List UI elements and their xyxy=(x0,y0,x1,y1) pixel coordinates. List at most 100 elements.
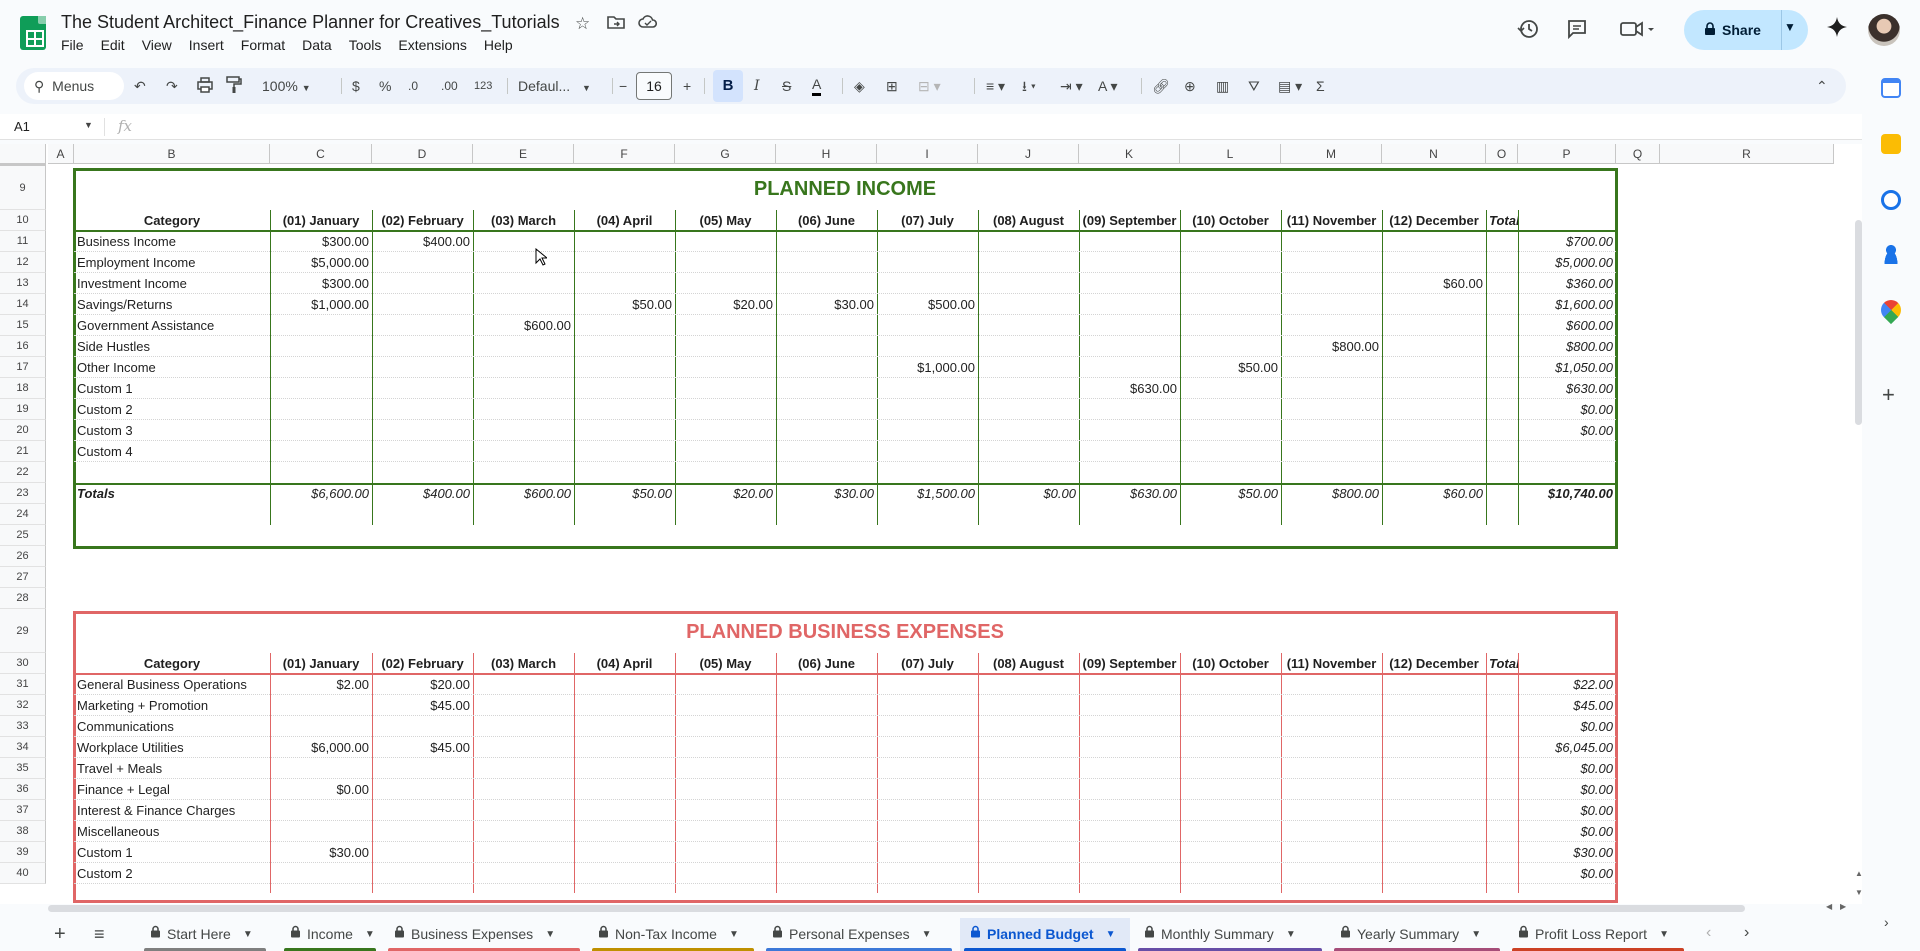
row-header-19[interactable]: 19 xyxy=(0,399,46,420)
income-cell[interactable] xyxy=(1382,315,1486,336)
income-row-total[interactable]: $0.00 xyxy=(1486,399,1616,420)
expenses-cell[interactable] xyxy=(473,821,574,842)
expenses-cell[interactable] xyxy=(1382,863,1486,884)
income-cell[interactable]: $60.00 xyxy=(1382,273,1486,294)
income-cell[interactable] xyxy=(372,294,473,315)
income-cell[interactable] xyxy=(1180,441,1281,462)
income-header-7[interactable]: (07) July xyxy=(877,210,978,231)
sheet-tab-business-expenses[interactable]: Business Expenses ▼ xyxy=(384,918,584,951)
income-cell[interactable] xyxy=(1281,420,1382,441)
strikethrough-button[interactable]: S xyxy=(782,76,791,96)
income-cell[interactable] xyxy=(978,273,1079,294)
row-header-25[interactable]: 25 xyxy=(0,525,46,546)
scroll-tabs-left-icon[interactable]: ‹ xyxy=(1706,924,1711,942)
income-row-total[interactable]: $1,600.00 xyxy=(1486,294,1616,315)
income-cell[interactable] xyxy=(1180,273,1281,294)
income-month-total[interactable]: $1,500.00 xyxy=(877,483,978,504)
expenses-cell[interactable] xyxy=(978,695,1079,716)
expenses-cell[interactable] xyxy=(574,758,675,779)
expenses-cell[interactable] xyxy=(675,737,776,758)
document-title[interactable]: The Student Architect_Finance Planner fo… xyxy=(61,12,560,33)
expenses-cell[interactable] xyxy=(372,779,473,800)
scroll-down-icon[interactable]: ▼ xyxy=(1855,888,1863,897)
income-cell[interactable] xyxy=(1079,420,1180,441)
income-cell[interactable] xyxy=(675,273,776,294)
expenses-cell[interactable] xyxy=(1079,842,1180,863)
expenses-cell[interactable] xyxy=(574,716,675,737)
column-header-h[interactable]: H xyxy=(776,144,877,164)
expenses-row-label[interactable]: Communications xyxy=(74,716,270,737)
income-cell[interactable] xyxy=(1180,336,1281,357)
income-cell[interactable] xyxy=(1180,399,1281,420)
menu-format[interactable]: Format xyxy=(241,37,294,53)
expenses-cell[interactable] xyxy=(574,863,675,884)
expenses-cell[interactable] xyxy=(1281,674,1382,695)
income-cell[interactable] xyxy=(473,357,574,378)
income-row-label[interactable]: Employment Income xyxy=(74,252,270,273)
income-cell[interactable]: $400.00 xyxy=(372,231,473,252)
income-cell[interactable] xyxy=(776,357,877,378)
expenses-cell[interactable] xyxy=(574,674,675,695)
income-row-label[interactable]: Business Income xyxy=(74,231,270,252)
expenses-cell[interactable] xyxy=(675,821,776,842)
income-cell[interactable] xyxy=(1079,441,1180,462)
expenses-cell[interactable] xyxy=(574,737,675,758)
income-header-9[interactable]: (09) September xyxy=(1079,210,1180,231)
income-cell[interactable] xyxy=(270,315,372,336)
expenses-header-7[interactable]: (07) July xyxy=(877,653,978,674)
income-header-1[interactable]: (01) January xyxy=(270,210,372,231)
expenses-cell[interactable] xyxy=(1382,716,1486,737)
format-currency-button[interactable]: $ xyxy=(352,76,360,96)
expenses-row-total[interactable]: $0.00 xyxy=(1486,716,1616,737)
name-box-dropdown-icon[interactable]: ▼ xyxy=(84,120,93,130)
income-cell[interactable] xyxy=(1281,252,1382,273)
income-cell[interactable]: $50.00 xyxy=(1180,357,1281,378)
expenses-row-total[interactable]: $0.00 xyxy=(1486,821,1616,842)
expenses-cell[interactable] xyxy=(473,716,574,737)
collapse-toolbar-icon[interactable]: ⌃ xyxy=(1816,76,1828,96)
income-cell[interactable] xyxy=(473,378,574,399)
expenses-cell[interactable] xyxy=(1079,716,1180,737)
expenses-cell[interactable] xyxy=(372,821,473,842)
income-row-label[interactable]: Investment Income xyxy=(74,273,270,294)
expenses-cell[interactable]: $2.00 xyxy=(270,674,372,695)
income-cell[interactable] xyxy=(270,378,372,399)
expenses-row-label[interactable]: Custom 1 xyxy=(74,842,270,863)
sheet-tab-income[interactable]: Income ▼ xyxy=(280,918,380,951)
tab-menu-caret-icon[interactable]: ▼ xyxy=(1286,918,1296,951)
income-cell[interactable] xyxy=(372,336,473,357)
meet-video-icon[interactable] xyxy=(1620,18,1656,46)
move-folder-icon[interactable] xyxy=(607,14,625,35)
income-cell[interactable]: $600.00 xyxy=(473,315,574,336)
income-cell[interactable] xyxy=(877,378,978,399)
income-month-total[interactable]: $400.00 xyxy=(372,483,473,504)
expenses-cell[interactable] xyxy=(1180,674,1281,695)
income-month-total[interactable]: $60.00 xyxy=(1382,483,1486,504)
income-cell[interactable] xyxy=(675,378,776,399)
sheet-tab-profit-loss-report[interactable]: Profit Loss Report ▼ xyxy=(1508,918,1688,951)
income-cell[interactable] xyxy=(1281,378,1382,399)
expenses-cell[interactable] xyxy=(1180,842,1281,863)
income-cell[interactable] xyxy=(1382,399,1486,420)
scroll-up-icon[interactable]: ▲ xyxy=(1855,869,1863,878)
row-header-26[interactable]: 26 xyxy=(0,546,46,567)
expenses-cell[interactable] xyxy=(574,842,675,863)
sheets-logo-icon[interactable] xyxy=(20,16,46,50)
expenses-row-total[interactable]: $0.00 xyxy=(1486,863,1616,884)
borders-icon[interactable]: ⊞ xyxy=(886,76,898,96)
income-cell[interactable] xyxy=(574,420,675,441)
keep-icon[interactable] xyxy=(1881,134,1901,154)
income-cell[interactable] xyxy=(372,441,473,462)
income-cell[interactable] xyxy=(776,315,877,336)
expenses-cell[interactable] xyxy=(574,779,675,800)
expenses-row-total[interactable]: $30.00 xyxy=(1486,842,1616,863)
income-cell[interactable] xyxy=(776,252,877,273)
income-cell[interactable] xyxy=(1382,441,1486,462)
expenses-cell[interactable] xyxy=(776,737,877,758)
italic-button[interactable]: I xyxy=(754,76,760,96)
expenses-header-5[interactable]: (05) May xyxy=(675,653,776,674)
row-header-22[interactable]: 22 xyxy=(0,462,46,483)
row-header-14[interactable]: 14 xyxy=(0,294,46,315)
income-cell[interactable] xyxy=(372,315,473,336)
column-header-p[interactable]: P xyxy=(1518,144,1616,164)
